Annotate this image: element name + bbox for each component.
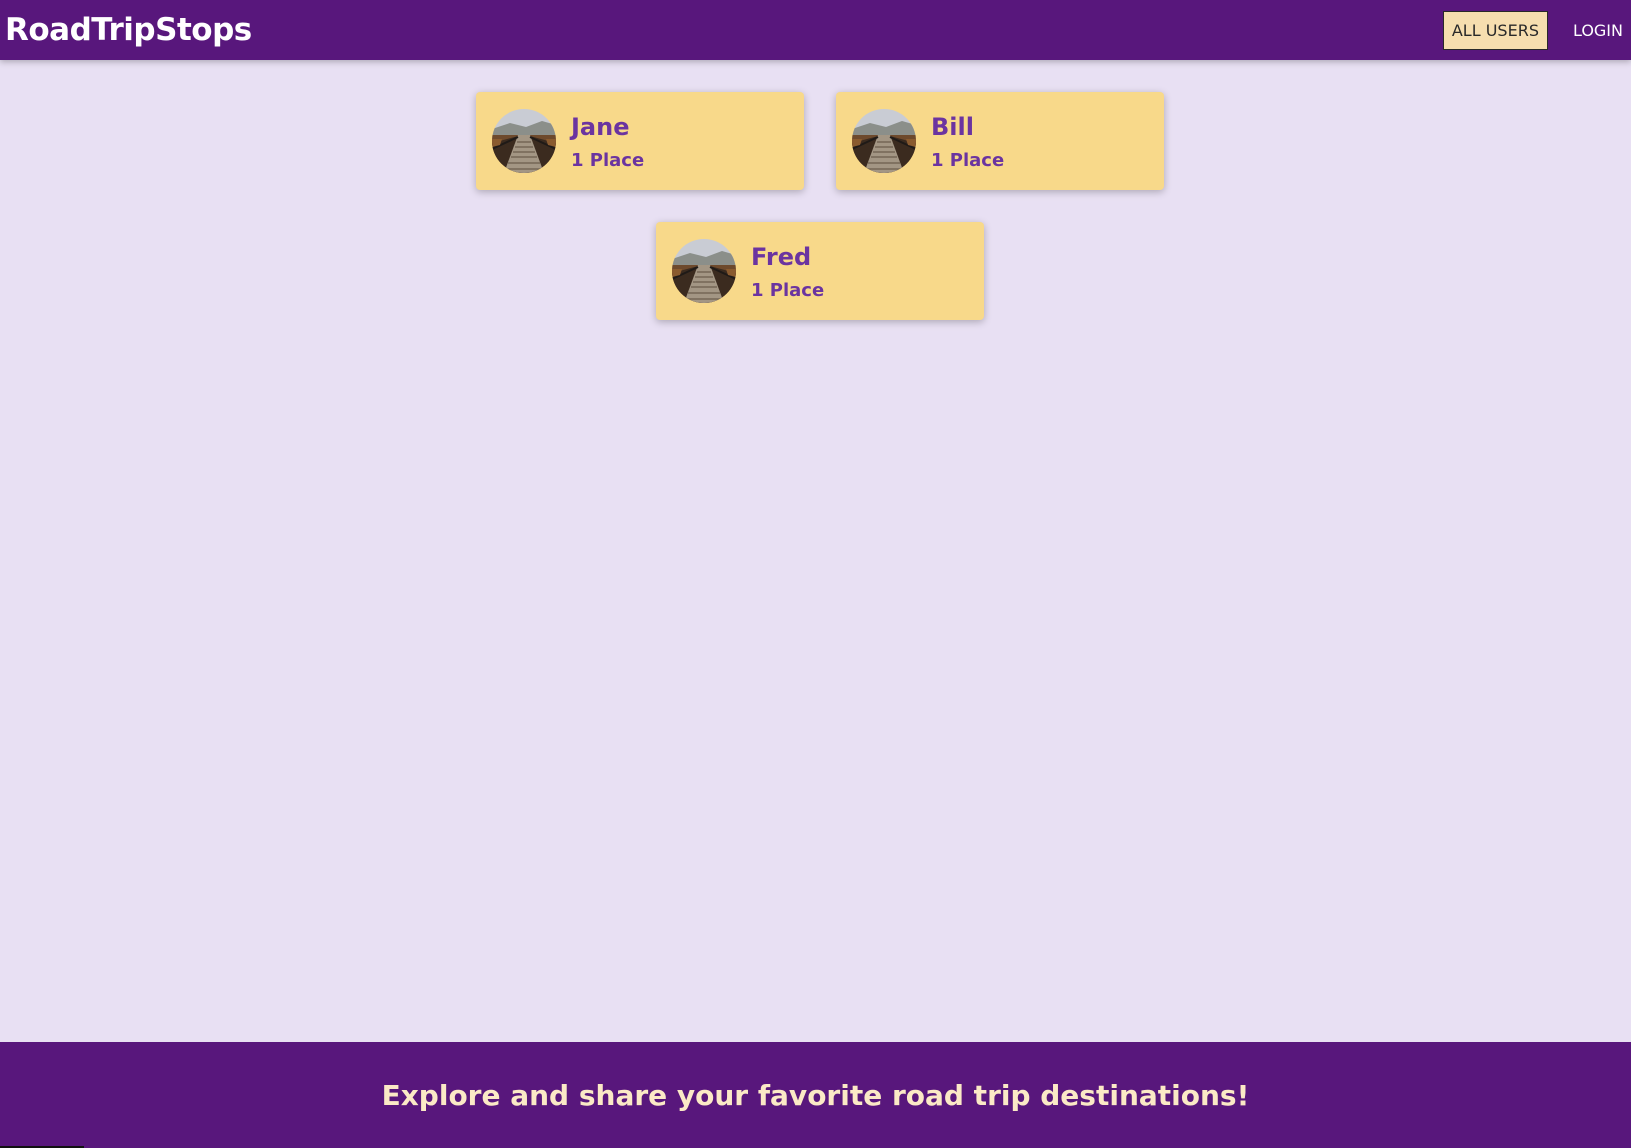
user-place-count: 1 Place [571, 149, 645, 171]
main-nav: ALL USERS LOGIN [1442, 10, 1623, 50]
avatar [492, 109, 556, 173]
user-place-count: 1 Place [931, 149, 1005, 171]
boardwalk-photo-icon [672, 239, 736, 303]
avatar [852, 109, 916, 173]
user-name: Jane [571, 112, 630, 141]
user-info: Jane 1 Place [571, 112, 644, 171]
avatar [672, 239, 736, 303]
user-info: Fred 1 Place [751, 242, 824, 301]
user-card-fred[interactable]: Fred 1 Place [656, 222, 984, 320]
nav-all-users-link[interactable]: ALL USERS [1442, 10, 1548, 50]
app-title-link[interactable]: RoadTripStops [5, 12, 252, 48]
user-name: Fred [751, 242, 812, 271]
user-card-bill[interactable]: Bill 1 Place [836, 92, 1164, 190]
nav-login-link[interactable]: LOGIN [1573, 21, 1623, 40]
boardwalk-photo-icon [492, 109, 556, 173]
main-header: RoadTripStops ALL USERS LOGIN [0, 0, 1631, 60]
user-info: Bill 1 Place [931, 112, 1004, 171]
boardwalk-photo-icon [852, 109, 916, 173]
user-card-jane[interactable]: Jane 1 Place [476, 92, 804, 190]
user-name: Bill [931, 112, 974, 141]
user-place-count: 1 Place [751, 279, 825, 301]
footer-tagline: Explore and share your favorite road tri… [381, 1078, 1250, 1112]
footer: Explore and share your favorite road tri… [0, 1042, 1631, 1148]
